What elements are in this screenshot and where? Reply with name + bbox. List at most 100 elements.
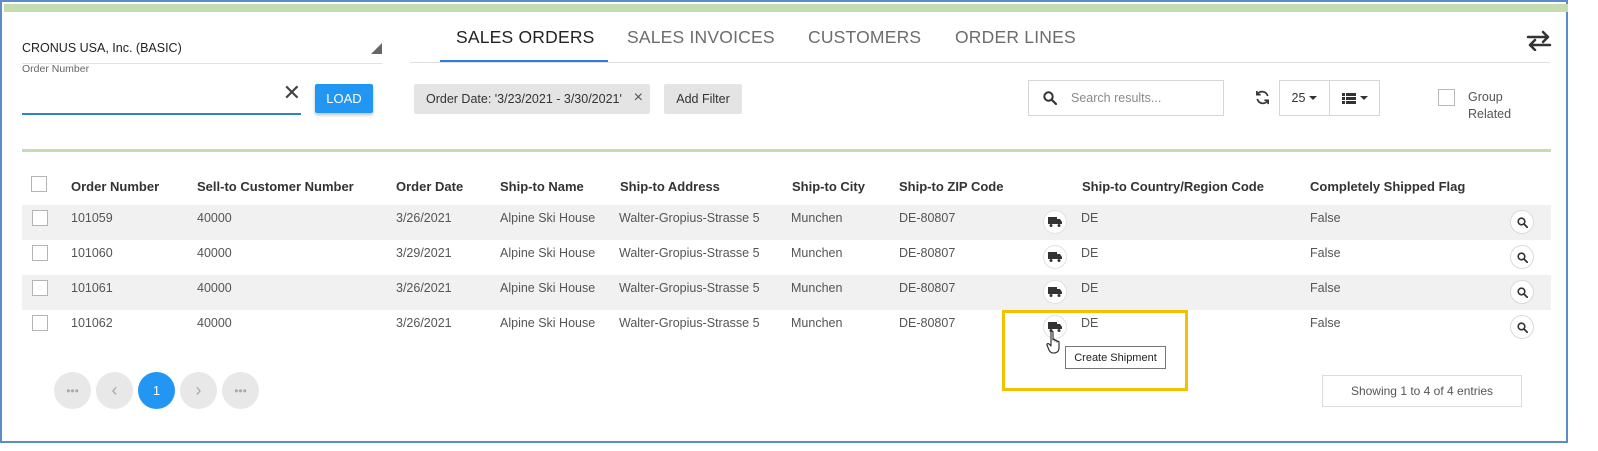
group-related-checkbox[interactable] bbox=[1438, 89, 1455, 106]
search-box[interactable] bbox=[1028, 80, 1224, 116]
column-header[interactable]: Order Date bbox=[396, 179, 463, 194]
search-icon bbox=[1516, 286, 1528, 298]
view-details-button[interactable] bbox=[1510, 280, 1534, 304]
cell-customer-number: 40000 bbox=[197, 316, 232, 330]
truck-icon bbox=[1048, 217, 1062, 227]
column-header[interactable]: Ship-to Name bbox=[500, 179, 584, 194]
search-icon bbox=[1516, 216, 1528, 228]
tab-sales-invoices[interactable]: SALES INVOICES bbox=[627, 27, 775, 48]
remove-filter-icon[interactable]: × bbox=[634, 89, 643, 107]
top-accent-bar bbox=[4, 4, 1568, 12]
create-shipment-button[interactable] bbox=[1043, 280, 1067, 304]
row-checkbox[interactable] bbox=[32, 245, 48, 261]
cell-ship-to-city: Munchen bbox=[791, 211, 843, 225]
order-number-label: Order Number bbox=[22, 63, 90, 75]
cell-customer-number: 40000 bbox=[197, 211, 232, 225]
filter-chip-order-date[interactable]: Order Date: '3/23/2021 - 3/30/2021' × bbox=[414, 84, 650, 114]
table-header: Order Number Sell-to Customer Number Ord… bbox=[22, 170, 1551, 204]
chevron-down-icon bbox=[1359, 96, 1368, 100]
cell-ship-to-name: Alpine Ski House bbox=[500, 281, 596, 295]
cell-order-number: 101062 bbox=[71, 316, 113, 330]
table-row[interactable]: 101059 40000 3/26/2021 Alpine Ski House … bbox=[22, 205, 1551, 240]
tab-sales-orders[interactable]: SALES ORDERS bbox=[456, 27, 595, 48]
refresh-icon[interactable] bbox=[1255, 90, 1270, 105]
cell-ship-to-city: Munchen bbox=[791, 316, 843, 330]
cell-country-code: DE bbox=[1081, 246, 1099, 260]
cell-ship-to-address: Walter-Gropius-Strasse 5 bbox=[619, 281, 760, 295]
view-options-dropdown[interactable] bbox=[1329, 80, 1380, 116]
cell-ship-to-city: Munchen bbox=[791, 246, 843, 260]
cell-shipped-flag: False bbox=[1310, 246, 1341, 260]
cell-ship-to-name: Alpine Ski House bbox=[500, 246, 596, 260]
column-header[interactable]: Ship-to Address bbox=[620, 179, 720, 194]
next-page-button[interactable]: › bbox=[180, 372, 217, 409]
section-divider bbox=[22, 149, 1551, 152]
entries-info: Showing 1 to 4 of 4 entries bbox=[1322, 375, 1522, 407]
page-size-dropdown[interactable]: 25 bbox=[1279, 80, 1330, 116]
column-header[interactable]: Completely Shipped Flag bbox=[1310, 179, 1465, 194]
active-tab-indicator bbox=[440, 60, 608, 62]
cell-zip-code: DE-80807 bbox=[899, 316, 956, 330]
filter-chip-label: Order Date: '3/23/2021 - 3/30/2021' bbox=[426, 92, 622, 106]
first-page-button[interactable]: ••• bbox=[54, 372, 91, 409]
cell-customer-number: 40000 bbox=[197, 281, 232, 295]
cell-order-date: 3/26/2021 bbox=[396, 211, 452, 225]
search-icon bbox=[1516, 321, 1528, 333]
cell-zip-code: DE-80807 bbox=[899, 281, 956, 295]
view-details-button[interactable] bbox=[1510, 210, 1534, 234]
table-row[interactable]: 101060 40000 3/29/2021 Alpine Ski House … bbox=[22, 240, 1551, 275]
add-filter-button[interactable]: Add Filter bbox=[664, 84, 742, 114]
company-name: CRONUS USA, Inc. (BASIC) bbox=[22, 41, 182, 55]
create-shipment-button[interactable] bbox=[1043, 210, 1067, 234]
page-1-button[interactable]: 1 bbox=[138, 372, 175, 409]
select-all-checkbox[interactable] bbox=[31, 176, 47, 192]
search-input[interactable] bbox=[1071, 88, 1216, 108]
order-number-input[interactable] bbox=[22, 80, 272, 110]
cell-country-code: DE bbox=[1081, 281, 1099, 295]
search-icon bbox=[1043, 91, 1057, 105]
column-header[interactable]: Sell-to Customer Number bbox=[197, 179, 354, 194]
clear-icon[interactable]: ✕ bbox=[283, 82, 301, 104]
cell-order-date: 3/26/2021 bbox=[396, 281, 452, 295]
column-header[interactable]: Ship-to Country/Region Code bbox=[1082, 179, 1264, 194]
cell-shipped-flag: False bbox=[1310, 211, 1341, 225]
table-row[interactable]: 101061 40000 3/26/2021 Alpine Ski House … bbox=[22, 275, 1551, 310]
view-details-button[interactable] bbox=[1510, 315, 1534, 339]
load-button[interactable]: LOAD bbox=[315, 84, 373, 113]
group-related-label: Group Related bbox=[1468, 90, 1512, 121]
view-details-button[interactable] bbox=[1510, 245, 1534, 269]
prev-page-button[interactable]: ‹ bbox=[96, 372, 133, 409]
cell-order-date: 3/26/2021 bbox=[396, 316, 452, 330]
cell-customer-number: 40000 bbox=[197, 246, 232, 260]
tab-customers[interactable]: CUSTOMERS bbox=[808, 27, 921, 48]
dropdown-caret-icon bbox=[371, 43, 382, 54]
column-header[interactable]: Order Number bbox=[71, 179, 159, 194]
page-size-value: 25 bbox=[1291, 91, 1306, 105]
cell-country-code: DE bbox=[1081, 211, 1099, 225]
create-shipment-tooltip: Create Shipment bbox=[1065, 346, 1166, 369]
row-checkbox[interactable] bbox=[32, 210, 48, 226]
table-row[interactable]: 101062 40000 3/26/2021 Alpine Ski House … bbox=[22, 310, 1551, 345]
search-icon bbox=[1516, 251, 1528, 263]
last-page-button[interactable]: ••• bbox=[222, 372, 259, 409]
list-view-icon bbox=[1341, 92, 1356, 104]
cell-ship-to-address: Walter-Gropius-Strasse 5 bbox=[619, 246, 760, 260]
column-header[interactable]: Ship-to City bbox=[792, 179, 865, 194]
create-shipment-button[interactable] bbox=[1043, 245, 1067, 269]
row-checkbox[interactable] bbox=[32, 315, 48, 331]
cell-zip-code: DE-80807 bbox=[899, 211, 956, 225]
cell-ship-to-address: Walter-Gropius-Strasse 5 bbox=[619, 316, 760, 330]
column-header[interactable]: Ship-to ZIP Code bbox=[899, 179, 1003, 194]
order-number-field[interactable]: ✕ bbox=[22, 80, 301, 115]
cell-ship-to-address: Walter-Gropius-Strasse 5 bbox=[619, 211, 760, 225]
cell-shipped-flag: False bbox=[1310, 281, 1341, 295]
cell-ship-to-name: Alpine Ski House bbox=[500, 316, 596, 330]
chevron-down-icon bbox=[1309, 96, 1318, 100]
cell-shipped-flag: False bbox=[1310, 316, 1341, 330]
hand-cursor-icon bbox=[1046, 330, 1060, 354]
swap-arrows-icon[interactable] bbox=[1526, 29, 1552, 51]
company-select[interactable]: CRONUS USA, Inc. (BASIC) bbox=[22, 40, 382, 64]
cell-order-number: 101061 bbox=[71, 281, 113, 295]
tab-order-lines[interactable]: ORDER LINES bbox=[955, 27, 1076, 48]
row-checkbox[interactable] bbox=[32, 280, 48, 296]
